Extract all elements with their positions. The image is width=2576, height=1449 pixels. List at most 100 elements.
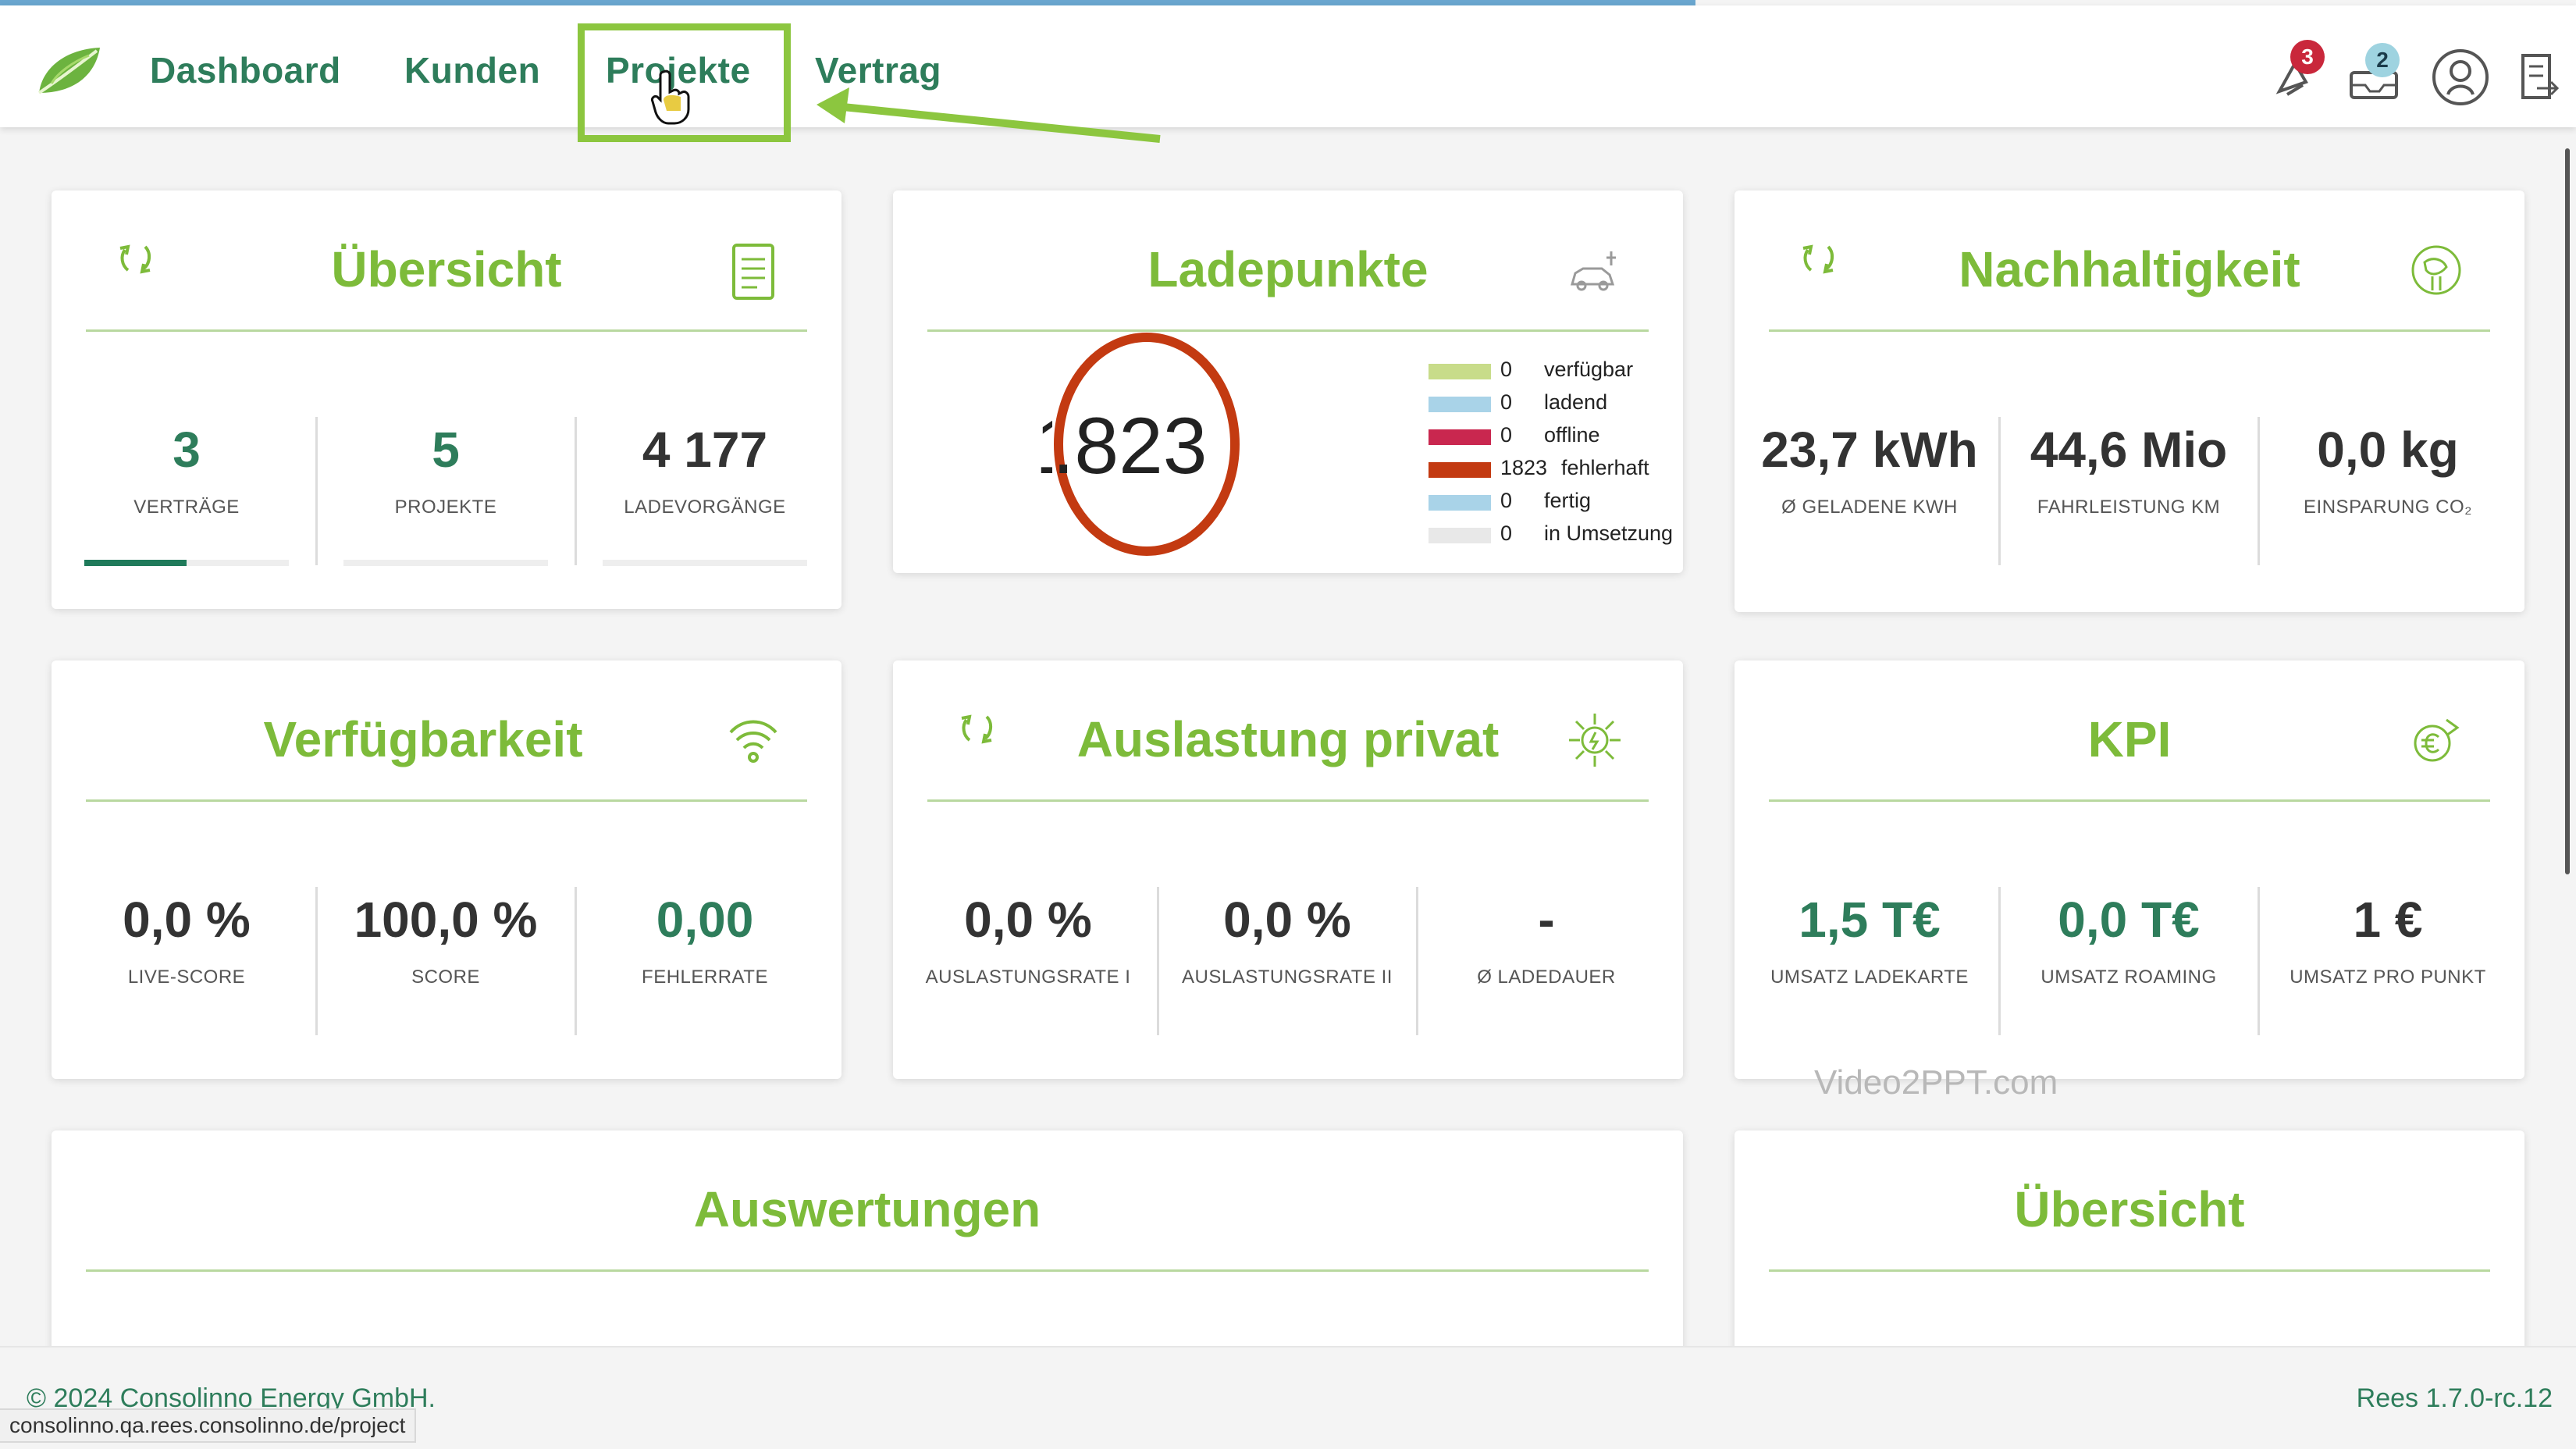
- legend-label: fehlerhaft: [1561, 456, 1649, 479]
- legend-count: 0: [1500, 522, 1513, 545]
- stat-label: LADEVORGÄNGE: [624, 497, 786, 518]
- stat-label: FAHRLEISTUNG KM: [2037, 497, 2221, 518]
- card-kpi: KPI 1,5 T€ UMSATZ LADEKARTE 0,0 T€ UMSAT…: [1735, 660, 2524, 1079]
- card-title: Auswertungen: [693, 1181, 1041, 1237]
- legend-swatch: [1429, 397, 1491, 412]
- document-icon: [732, 244, 774, 300]
- card-uebersicht-bottom: Übersicht: [1735, 1130, 2524, 1365]
- legend-item[interactable]: 0 offline: [1429, 422, 1694, 454]
- consolinno-leaf-logo[interactable]: [34, 45, 103, 99]
- legend-count: 0: [1500, 489, 1513, 512]
- nav-kunden[interactable]: Kunden: [404, 49, 540, 91]
- legend-item[interactable]: 0 in Umsetzung: [1429, 520, 1694, 553]
- stat-umsatz-ladekarte[interactable]: 1,5 T€ UMSATZ LADEKARTE: [1741, 895, 1998, 988]
- stat-fehlerrate[interactable]: 0,00 FEHLERRATE: [576, 895, 834, 988]
- stat-value: 1,5 T€: [1799, 892, 1941, 948]
- legend-swatch: [1429, 528, 1491, 543]
- stat-auslastungsrate-2[interactable]: 0,0 % AUSLASTUNGSRATE II: [1158, 895, 1416, 988]
- browser-status-url: consolinno.qa.rees.consolinno.de/project: [0, 1408, 417, 1443]
- legend-swatch: [1429, 495, 1491, 511]
- legend-label: in Umsetzung: [1544, 522, 1674, 545]
- card-ladepunkte: Ladepunkte 1.823 0 verfügbar 0 ladend 0 …: [893, 190, 1683, 573]
- stat-value: 0,00: [656, 892, 754, 948]
- user-icon: [2432, 49, 2489, 105]
- tab-indicator-projekte: [343, 560, 548, 566]
- legend-count: 0: [1500, 358, 1513, 381]
- stat-value: 5: [432, 422, 460, 478]
- card-title: KPI: [2087, 711, 2172, 767]
- wifi-icon: [729, 720, 777, 763]
- messages-button[interactable]: 2: [2343, 43, 2409, 110]
- card-title: Übersicht: [331, 241, 562, 297]
- legend-label: verfügbar: [1544, 358, 1634, 381]
- stat-label: AUSLASTUNGSRATE II: [1182, 967, 1393, 988]
- stat-ladevorgaenge[interactable]: 4 177 LADEVORGÄNGE: [576, 425, 834, 518]
- legend-item[interactable]: 1823 fehlerhaft: [1429, 454, 1694, 487]
- nav-dashboard[interactable]: Dashboard: [150, 49, 341, 91]
- stat-value: 44,6 Mio: [2030, 422, 2228, 478]
- stat-label: UMSATZ PRO PUNKT: [2290, 967, 2486, 988]
- legend-label: fertig: [1544, 489, 1592, 512]
- euro-exchange-icon: [2414, 718, 2460, 762]
- stat-label: UMSATZ ROAMING: [2041, 967, 2217, 988]
- stat-projekte[interactable]: 5 PROJEKTE: [317, 425, 575, 518]
- document-exit-icon: [2521, 54, 2560, 99]
- legend-swatch: [1429, 429, 1491, 445]
- legend-label: ladend: [1544, 390, 1608, 414]
- footer-version: Rees 1.7.0-rc.12: [2356, 1383, 2553, 1413]
- stat-geladene-kwh[interactable]: 23,7 kWh Ø GELADENE KWH: [1741, 425, 1998, 518]
- legend-count: 0: [1500, 390, 1513, 414]
- card-title: Verfügbarkeit: [263, 711, 583, 767]
- card-title: Nachhaltigkeit: [1959, 241, 2300, 297]
- stat-label: UMSATZ LADEKARTE: [1770, 967, 1969, 988]
- stat-label: FEHLERRATE: [642, 967, 768, 988]
- card-divider: [1769, 1269, 2490, 1272]
- stat-einsparung-co2[interactable]: 0,0 kg EINSPARUNG CO₂: [2259, 425, 2517, 518]
- legend-item[interactable]: 0 ladend: [1429, 389, 1694, 422]
- stat-value: 0,0 kg: [2317, 422, 2459, 478]
- stat-value: 0,0 %: [1223, 892, 1351, 948]
- stat-value: 0,0 %: [964, 892, 1092, 948]
- stat-label: Ø GELADENE KWH: [1781, 497, 1958, 518]
- notifications-button[interactable]: 3: [2264, 40, 2329, 110]
- user-profile-button[interactable]: [2428, 45, 2493, 110]
- stat-label: Ø LADEDAUER: [1477, 967, 1616, 988]
- stat-umsatz-pro-punkt[interactable]: 1 € UMSATZ PRO PUNKT: [2259, 895, 2517, 988]
- tutorial-arrow-icon: [817, 87, 1161, 143]
- card-uebersicht: Übersicht 3 VERTRÄGE 5 PROJEKTE 4 177 LA…: [52, 190, 841, 609]
- card-divider: [86, 799, 807, 802]
- stat-label: VERTRÄGE: [133, 497, 240, 518]
- stat-live-score[interactable]: 0,0 % LIVE-SCORE: [58, 895, 315, 988]
- stat-ladedauer[interactable]: - Ø LADEDAUER: [1418, 895, 1675, 988]
- card-title: Übersicht: [2014, 1181, 2245, 1237]
- stat-auslastungsrate-1[interactable]: 0,0 % AUSLASTUNGSRATE I: [899, 895, 1157, 988]
- energy-burst-icon: [1569, 714, 1621, 767]
- top-navigation-bar: Dashboard Kunden Projekte Vertrag 3 2: [0, 5, 2576, 127]
- legend-swatch: [1429, 462, 1491, 478]
- legend-count: 0: [1500, 423, 1513, 447]
- stat-vertraege[interactable]: 3 VERTRÄGE: [58, 425, 315, 518]
- card-divider: [86, 1269, 1649, 1272]
- stat-label: PROJEKTE: [394, 497, 497, 518]
- legend-label: offline: [1544, 423, 1600, 447]
- legend-item[interactable]: 0 fertig: [1429, 487, 1694, 520]
- page-load-progress: [0, 0, 1695, 5]
- legend-swatch: [1429, 364, 1491, 379]
- card-divider: [1769, 329, 2490, 332]
- page-scrollbar[interactable]: [2565, 148, 2570, 874]
- legend-item[interactable]: 0 verfügbar: [1429, 356, 1694, 389]
- ladepunkte-donut-chart[interactable]: 1.823: [1035, 331, 1244, 557]
- card-nachhaltigkeit: Nachhaltigkeit 23,7 kWh Ø GELADENE KWH 4…: [1735, 190, 2524, 612]
- stat-label: AUSLASTUNGSRATE I: [925, 967, 1131, 988]
- card-divider: [1769, 799, 2490, 802]
- stat-label: SCORE: [411, 967, 480, 988]
- stat-score[interactable]: 100,0 % SCORE: [317, 895, 575, 988]
- ladepunkte-legend: 0 verfügbar 0 ladend 0 offline 1823 fehl…: [1429, 356, 1694, 553]
- stat-umsatz-roaming[interactable]: 0,0 T€ UMSATZ ROAMING: [2000, 895, 2258, 988]
- tab-indicator-vertraege: [84, 560, 289, 566]
- card-divider: [927, 329, 1649, 332]
- stat-fahrleistung[interactable]: 44,6 Mio FAHRLEISTUNG KM: [2000, 425, 2258, 518]
- notifications-badge: 3: [2290, 40, 2325, 74]
- donut-center-value: .823: [1052, 401, 1208, 490]
- logout-button[interactable]: [2506, 45, 2571, 110]
